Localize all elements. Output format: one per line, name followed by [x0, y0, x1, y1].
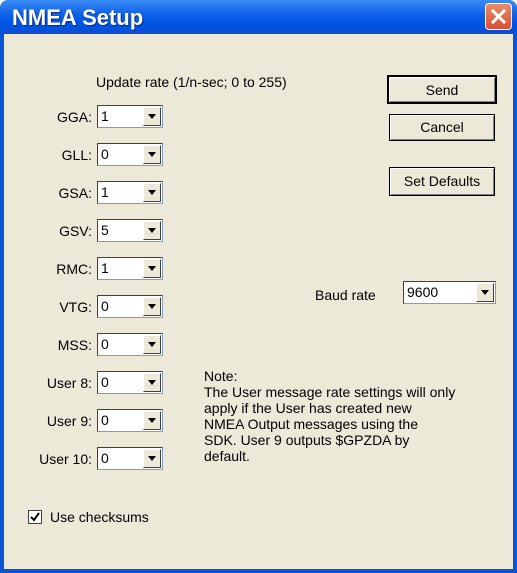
chevron-down-icon — [148, 304, 156, 309]
rmc-label: RMC: — [56, 261, 92, 277]
user10-rate-select[interactable]: 0 — [97, 447, 163, 470]
vtg-rate-select[interactable]: 0 — [97, 295, 163, 318]
chevron-down-icon — [148, 380, 156, 385]
use-checksums-checkbox[interactable] — [28, 510, 42, 524]
dropdown-arrow-button[interactable] — [143, 107, 161, 126]
chevron-down-icon — [148, 342, 156, 347]
dropdown-arrow-button[interactable] — [143, 449, 161, 468]
gsv-label: GSV: — [59, 223, 92, 239]
gsa-rate-select[interactable]: 1 — [97, 181, 163, 204]
dropdown-arrow-button[interactable] — [143, 259, 161, 278]
close-button[interactable] — [485, 3, 512, 30]
dialog-body: Update rate (1/n-sec; 0 to 255) GGA: 1 G… — [4, 34, 513, 569]
window-title: NMEA Setup — [12, 5, 144, 30]
note-line: apply if the User has created new — [204, 400, 412, 416]
dropdown-arrow-button[interactable] — [143, 145, 161, 164]
chevron-down-icon — [481, 290, 489, 295]
vtg-label: VTG: — [59, 299, 92, 315]
note-line: The User message rate settings will only — [204, 384, 456, 400]
nmea-setup-dialog: NMEA Setup Update rate (1/n-sec; 0 to 25… — [0, 0, 517, 573]
chevron-down-icon — [148, 228, 156, 233]
user8-rate-select[interactable]: 0 — [97, 371, 163, 394]
update-rate-header: Update rate (1/n-sec; 0 to 255) — [96, 74, 287, 90]
note-line: SDK. User 9 outputs $GPZDA by — [204, 432, 410, 448]
chevron-down-icon — [148, 418, 156, 423]
gll-rate-value: 0 — [101, 146, 109, 162]
user-message-note: Note: The User message rate settings wil… — [204, 368, 504, 464]
gga-rate-select[interactable]: 1 — [97, 105, 163, 128]
send-button[interactable]: Send — [387, 75, 497, 104]
gsa-label: GSA: — [58, 185, 92, 201]
dropdown-arrow-button[interactable] — [143, 373, 161, 392]
user8-rate-value: 0 — [101, 374, 109, 390]
chevron-down-icon — [148, 190, 156, 195]
gsv-rate-select[interactable]: 5 — [97, 219, 163, 242]
baud-rate-label: Baud rate — [315, 287, 376, 303]
gsv-rate-value: 5 — [101, 222, 109, 238]
use-checksums-label[interactable]: Use checksums — [50, 509, 149, 525]
gll-rate-select[interactable]: 0 — [97, 143, 163, 166]
gll-label: GLL: — [61, 147, 92, 163]
rmc-rate-value: 1 — [101, 260, 109, 276]
chevron-down-icon — [148, 114, 156, 119]
chevron-down-icon — [148, 266, 156, 271]
user10-rate-value: 0 — [101, 450, 109, 466]
set-defaults-button[interactable]: Set Defaults — [389, 167, 495, 196]
note-line: NMEA Output messages using the — [204, 416, 418, 432]
title-bar[interactable]: NMEA Setup — [0, 0, 517, 34]
rmc-rate-select[interactable]: 1 — [97, 257, 163, 280]
dropdown-arrow-button[interactable] — [143, 183, 161, 202]
dropdown-arrow-button[interactable] — [143, 221, 161, 240]
gsa-rate-value: 1 — [101, 184, 109, 200]
close-icon — [491, 9, 506, 24]
gga-label: GGA: — [56, 109, 92, 125]
baud-rate-value: 9600 — [407, 284, 439, 300]
user9-rate-value: 0 — [101, 412, 109, 428]
note-heading: Note: — [204, 368, 238, 384]
dropdown-arrow-button[interactable] — [143, 297, 161, 316]
dropdown-arrow-button[interactable] — [476, 283, 494, 302]
mss-rate-value: 0 — [101, 336, 109, 352]
user9-rate-select[interactable]: 0 — [97, 409, 163, 432]
checkmark-icon — [30, 512, 40, 522]
user10-label: User 10: — [39, 451, 92, 467]
dropdown-arrow-button[interactable] — [143, 335, 161, 354]
chevron-down-icon — [148, 152, 156, 157]
vtg-rate-value: 0 — [101, 298, 109, 314]
baud-rate-select[interactable]: 9600 — [403, 281, 496, 304]
chevron-down-icon — [148, 456, 156, 461]
dropdown-arrow-button[interactable] — [143, 411, 161, 430]
user8-label: User 8: — [46, 375, 92, 391]
gga-rate-value: 1 — [101, 108, 109, 124]
cancel-button[interactable]: Cancel — [389, 114, 495, 141]
user9-label: User 9: — [46, 413, 92, 429]
note-line: default. — [204, 448, 250, 464]
mss-label: MSS: — [57, 337, 92, 353]
mss-rate-select[interactable]: 0 — [97, 333, 163, 356]
